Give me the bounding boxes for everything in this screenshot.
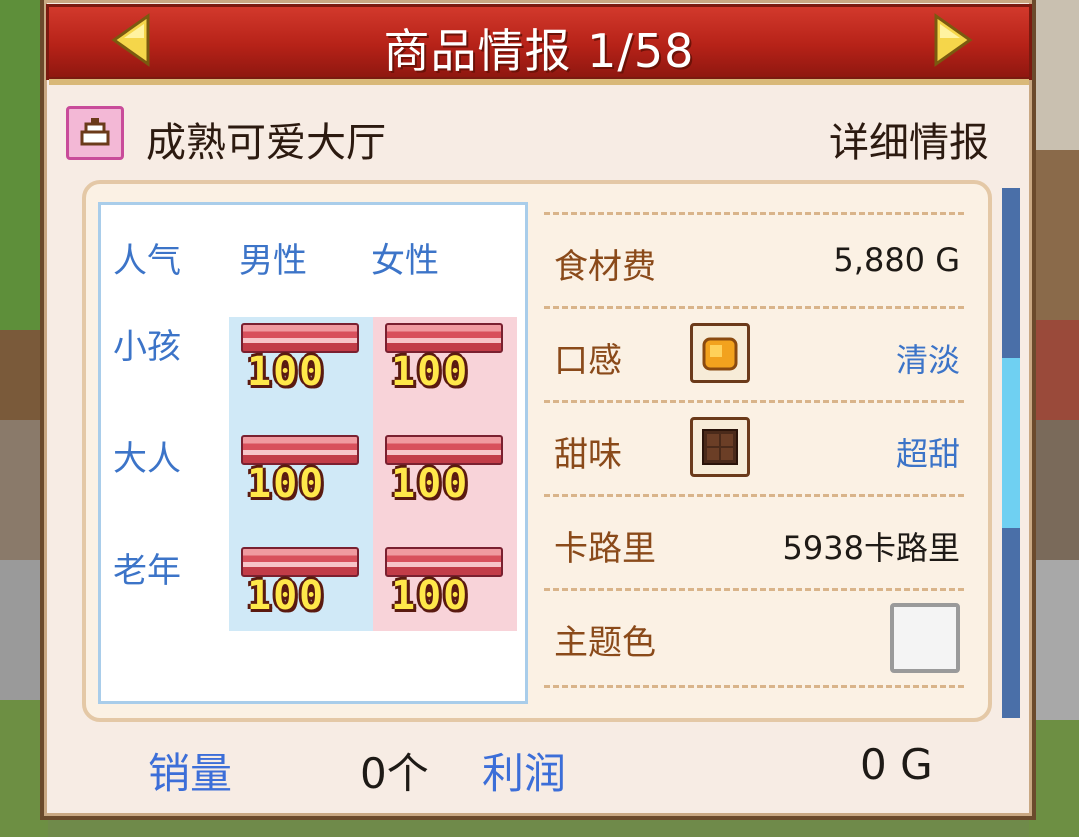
- profit-label: 利润: [482, 749, 567, 798]
- score-adult-male: 100: [233, 435, 359, 513]
- score-elder-male: 100: [233, 547, 359, 625]
- score-child-female: 100: [377, 323, 503, 401]
- info-row-calorie: 卡路里 5938卡路里: [544, 494, 964, 591]
- product-name: 成熟可爱大厅: [146, 120, 386, 166]
- next-arrow-icon[interactable]: [930, 12, 976, 68]
- info-row-texture: 口感 清淡: [544, 306, 964, 403]
- row-label-adult: 大人: [113, 439, 181, 479]
- row-label-elder: 老年: [113, 551, 181, 591]
- score-child-male: 100: [233, 323, 359, 401]
- female-column-header: 女性: [371, 241, 439, 281]
- row-label-child: 小孩: [113, 327, 181, 367]
- popularity-header: 人气: [113, 241, 181, 281]
- calorie-label: 卡路里: [554, 529, 656, 569]
- background-scenery-right: [1029, 0, 1079, 837]
- sweet-value: 超甜: [895, 435, 960, 473]
- profit-value: 0 G: [860, 740, 933, 789]
- popularity-table: 人气 男性 女性 小孩 大人 老年 100 100 100 100 100 10…: [98, 202, 528, 704]
- cake-slice-icon: [66, 106, 124, 160]
- scrollbar[interactable]: [1002, 188, 1020, 718]
- sales-label: 销量: [148, 749, 233, 798]
- calorie-value: 5938卡路里: [782, 529, 960, 567]
- product-header: 成熟可爱大厅 详细情报: [66, 104, 989, 166]
- texture-value: 清淡: [895, 341, 960, 379]
- chocolate-bar-icon: [690, 417, 750, 477]
- cheese-block-icon: [690, 323, 750, 383]
- info-row-sweet: 甜味 超甜: [544, 400, 964, 497]
- cost-label: 食材费: [554, 247, 656, 287]
- sales-footer: 销量 0个 利润 0 G: [0, 740, 1079, 800]
- title-bar: 商品情报 1/58: [46, 4, 1032, 85]
- info-row-cost: 食材费 5,880 G: [544, 212, 964, 309]
- texture-label: 口感: [554, 341, 622, 381]
- theme-color-label: 主题色: [554, 623, 656, 663]
- score-elder-female: 100: [377, 547, 503, 625]
- window-title: 商品情报 1/58: [383, 24, 695, 78]
- info-row-color: 主题色: [544, 588, 964, 688]
- male-column-header: 男性: [239, 241, 307, 281]
- sales-value: 0个: [360, 749, 429, 798]
- scroll-thumb[interactable]: [1002, 358, 1020, 528]
- sweet-label: 甜味: [554, 435, 622, 475]
- detail-info-button[interactable]: 详细情报: [829, 110, 989, 168]
- cost-value: 5,880 G: [833, 241, 960, 279]
- theme-color-swatch: [890, 603, 960, 673]
- prev-arrow-icon[interactable]: [108, 12, 154, 68]
- score-adult-female: 100: [377, 435, 503, 513]
